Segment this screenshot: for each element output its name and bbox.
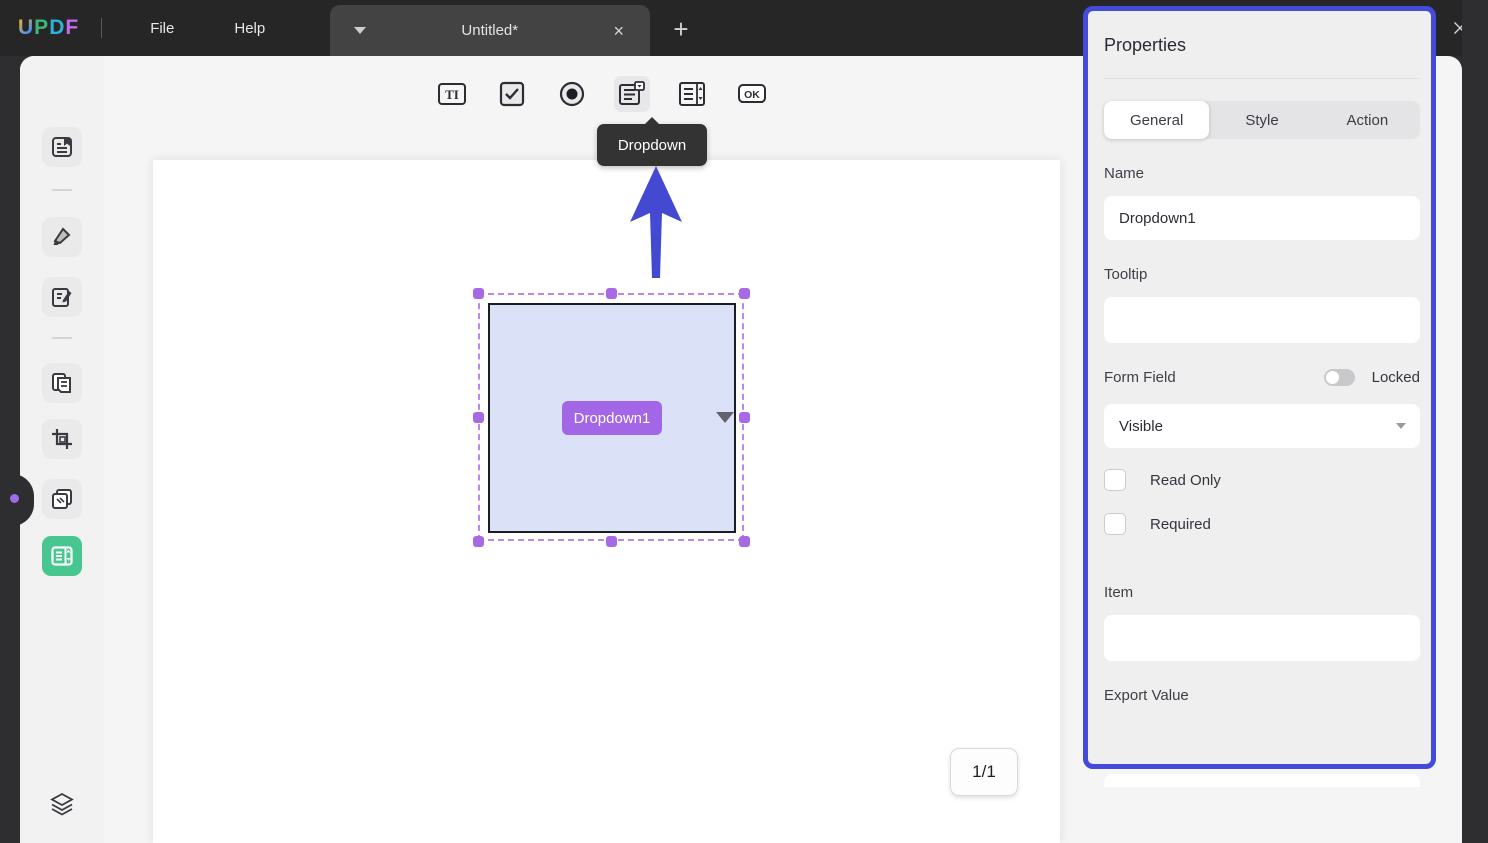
updf-logo: UPDF xyxy=(18,16,79,40)
tooltip-caret xyxy=(645,117,659,124)
read-only-label: Read Only xyxy=(1150,472,1221,489)
edit-pdf-icon xyxy=(49,284,75,310)
visibility-value: Visible xyxy=(1119,418,1163,435)
tooltip-input[interactable] xyxy=(1104,297,1420,343)
document-canvas: TI OK Dropdown xyxy=(104,56,1100,843)
field-name-badge: Dropdown1 xyxy=(562,401,662,435)
sidebar-item-comment[interactable] xyxy=(42,217,82,257)
layers-icon xyxy=(48,790,76,818)
name-label: Name xyxy=(1104,165,1420,182)
resize-handle-se[interactable] xyxy=(739,536,750,547)
push-button-tool[interactable]: OK xyxy=(734,76,770,112)
resize-handle-n[interactable] xyxy=(606,288,617,299)
notch-dot-icon xyxy=(10,494,19,503)
menu-file[interactable]: File xyxy=(120,0,204,56)
item-input[interactable] xyxy=(1104,615,1420,661)
radio-button-tool[interactable] xyxy=(554,76,590,112)
reader-icon xyxy=(49,134,75,160)
item-label: Item xyxy=(1104,584,1420,601)
form-icon xyxy=(49,543,75,569)
tab-action[interactable]: Action xyxy=(1315,101,1420,139)
tab-general[interactable]: General xyxy=(1104,101,1209,139)
document-tab[interactable]: Untitled* × xyxy=(330,5,650,56)
tab-title: Untitled* xyxy=(366,22,613,39)
form-field-label: Form Field xyxy=(1104,369,1176,386)
required-label: Required xyxy=(1150,516,1211,533)
tooltip-label: Dropdown xyxy=(618,137,686,154)
resize-handle-w[interactable] xyxy=(473,412,484,423)
crop-icon xyxy=(49,426,75,452)
panel-title: Properties xyxy=(1104,35,1420,56)
properties-panel: Properties General Style Action Name Too… xyxy=(1083,6,1436,769)
resize-handle-e[interactable] xyxy=(739,412,750,423)
sidebar-divider xyxy=(52,337,72,339)
form-toolbar: TI OK xyxy=(104,66,1100,126)
checkbox-tool[interactable] xyxy=(494,76,530,112)
sidebar-item-edit[interactable] xyxy=(42,277,82,317)
visibility-select[interactable]: Visible xyxy=(1104,404,1420,448)
text-field-tool[interactable]: TI xyxy=(434,76,470,112)
new-tab-button[interactable]: + xyxy=(666,14,696,45)
tab-dropdown-icon[interactable] xyxy=(354,27,366,34)
required-checkbox[interactable] xyxy=(1104,513,1126,535)
svg-text:TI: TI xyxy=(445,87,459,102)
sidebar-item-organize-pages[interactable] xyxy=(42,363,82,403)
field-dropdown-caret-icon xyxy=(716,412,734,423)
tab-style[interactable]: Style xyxy=(1209,101,1314,139)
highlighter-icon xyxy=(49,224,75,250)
list-box-tool[interactable] xyxy=(674,76,710,112)
resize-handle-s[interactable] xyxy=(606,536,617,547)
sidebar-item-crop[interactable] xyxy=(42,419,82,459)
resize-handle-sw[interactable] xyxy=(473,536,484,547)
window-frame-right xyxy=(1462,0,1488,843)
name-input[interactable] xyxy=(1104,196,1420,240)
select-caret-icon xyxy=(1396,423,1406,429)
sidebar-item-page-tools[interactable] xyxy=(42,479,82,519)
resize-handle-ne[interactable] xyxy=(739,288,750,299)
panel-divider xyxy=(1104,78,1420,79)
properties-tabs: General Style Action xyxy=(1104,101,1420,139)
locked-label: Locked xyxy=(1372,369,1420,386)
left-sidebar xyxy=(20,56,104,843)
sidebar-divider xyxy=(52,189,72,191)
organize-pages-icon xyxy=(49,370,75,396)
locked-toggle[interactable] xyxy=(1324,369,1355,386)
dropdown-tooltip: Dropdown xyxy=(597,124,707,166)
resize-handle-nw[interactable] xyxy=(473,288,484,299)
page-indicator[interactable]: 1/1 xyxy=(950,748,1018,796)
export-value-input[interactable] xyxy=(1104,774,1420,787)
sidebar-item-form[interactable] xyxy=(42,536,82,576)
tooltip-field-label: Tooltip xyxy=(1104,266,1420,283)
dropdown-tool[interactable] xyxy=(614,76,650,112)
page-tools-icon xyxy=(49,486,75,512)
tab-close-icon[interactable]: × xyxy=(613,22,624,40)
export-value-label: Export Value xyxy=(1104,687,1420,704)
toggle-knob xyxy=(1326,371,1339,384)
menu-help[interactable]: Help xyxy=(204,0,295,56)
svg-text:OK: OK xyxy=(744,89,760,101)
annotation-arrow-icon xyxy=(624,166,688,281)
sidebar-item-reader[interactable] xyxy=(42,127,82,167)
read-only-checkbox[interactable] xyxy=(1104,469,1126,491)
titlebar-divider xyxy=(101,18,102,38)
sidebar-item-layers[interactable] xyxy=(42,784,82,824)
